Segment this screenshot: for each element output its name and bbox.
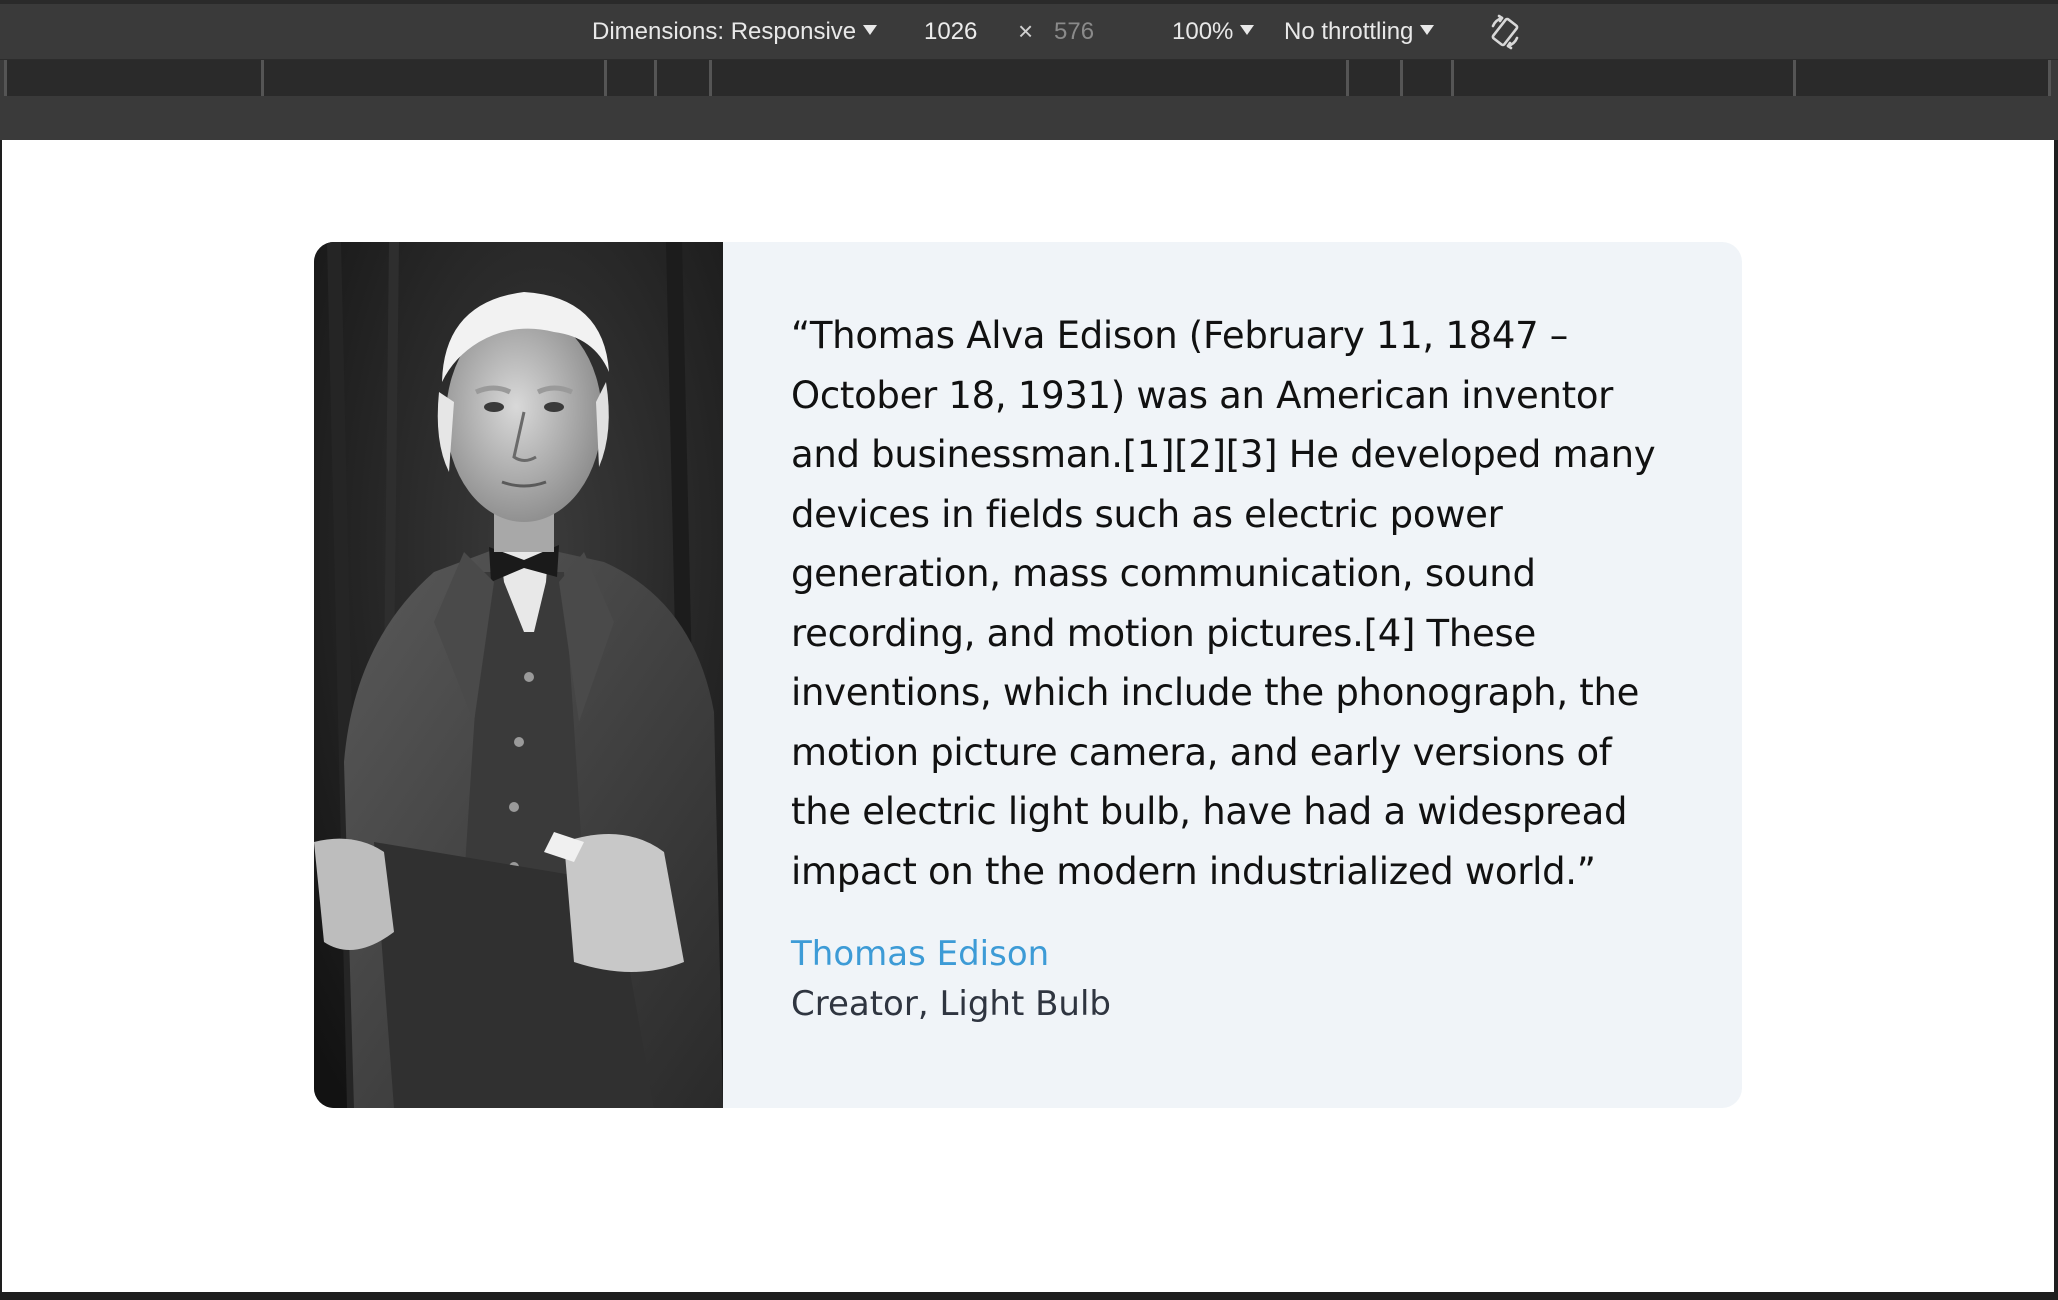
page-viewport: “Thomas Alva Edison (February 11, 1847 –… (2, 140, 2054, 1292)
author-title: Creator, Light Bulb (791, 984, 1112, 1024)
ruler-segment[interactable] (1400, 60, 1453, 96)
ruler-segment[interactable] (1451, 60, 1795, 96)
media-query-ruler (0, 59, 2058, 98)
quote-area: “Thomas Alva Edison (February 11, 1847 –… (723, 242, 1742, 1108)
times-symbol: × (1018, 16, 1034, 46)
ruler-spacer (0, 98, 2058, 140)
devtools-device-toolbar: Dimensions: Responsive 1026 × 576 100% N… (0, 0, 2058, 59)
dimensions-dropdown[interactable]: Dimensions: Responsive (592, 4, 878, 59)
toolbar-row: Dimensions: Responsive 1026 × 576 100% N… (0, 4, 2058, 63)
ruler-segment[interactable] (261, 60, 606, 96)
height-input[interactable]: 576 (1054, 4, 1094, 59)
portrait-photo (314, 242, 723, 1108)
testimonial-card: “Thomas Alva Edison (February 11, 1847 –… (314, 242, 1742, 1108)
throttling-dropdown[interactable]: No throttling (1284, 4, 1435, 59)
ruler-segment[interactable] (4, 60, 262, 96)
ruler-segment[interactable] (709, 60, 1348, 96)
chevron-down-icon (863, 24, 878, 35)
zoom-label: 100% (1172, 17, 1234, 45)
ruler-segment[interactable] (654, 60, 711, 96)
width-input[interactable]: 1026 (924, 4, 977, 59)
author-name: Thomas Edison (791, 934, 1050, 974)
ruler-segment[interactable] (1346, 60, 1402, 96)
throttling-label: No throttling (1284, 17, 1414, 45)
quote-text: “Thomas Alva Edison (February 11, 1847 –… (791, 314, 1656, 893)
ruler-segment[interactable] (604, 60, 656, 96)
zoom-dropdown[interactable]: 100% (1172, 4, 1255, 59)
ruler-segment[interactable] (1793, 60, 2051, 96)
dimensions-label: Dimensions: Responsive (592, 17, 857, 45)
chevron-down-icon (1240, 24, 1255, 35)
chevron-down-icon (1420, 24, 1435, 35)
rotate-icon[interactable] (1486, 4, 1524, 59)
